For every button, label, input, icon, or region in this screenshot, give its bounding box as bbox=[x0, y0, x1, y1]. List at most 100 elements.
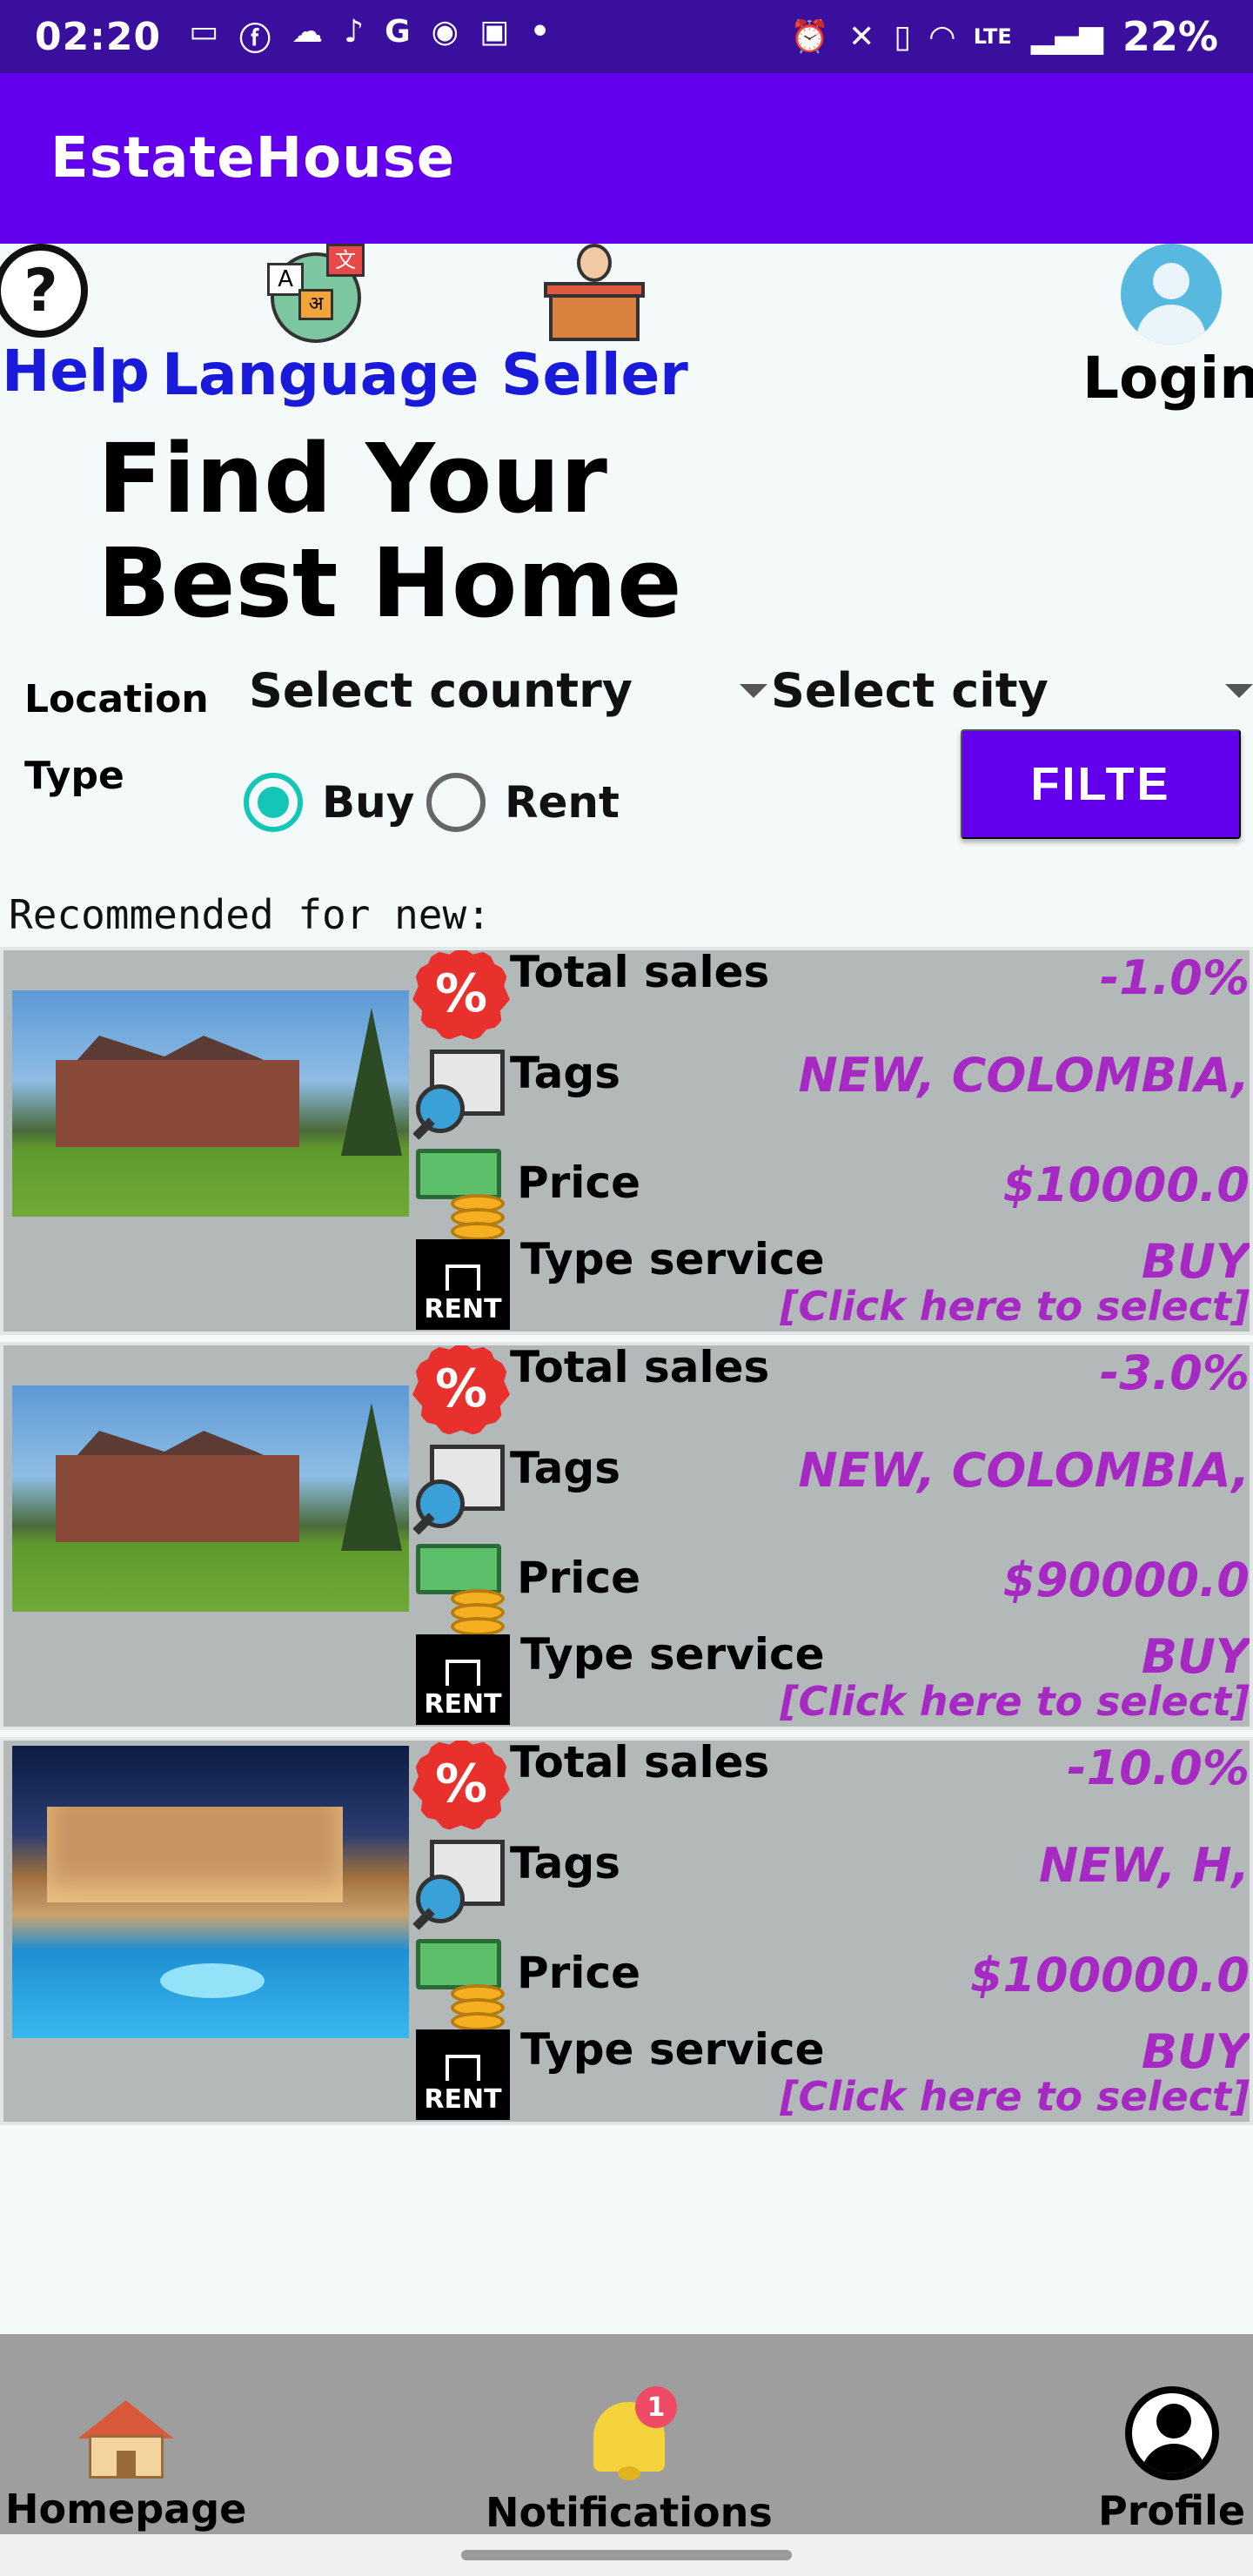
rent-sign-icon: RENT bbox=[412, 1629, 510, 1725]
tags-row: Tags NEW, COLOMBIA, bbox=[412, 1044, 1250, 1140]
language-action[interactable]: A 文 अ Language bbox=[162, 244, 479, 408]
seller-label[interactable]: Seller bbox=[501, 341, 688, 408]
total-sales-value: -3.0% bbox=[1099, 1345, 1250, 1400]
tags-value: NEW, COLOMBIA, bbox=[798, 1443, 1250, 1498]
tag-search-icon bbox=[412, 1439, 510, 1535]
type-service-row[interactable]: RENT Type service BUY [Click here to sel… bbox=[412, 2024, 1250, 2120]
gesture-bar bbox=[0, 2534, 1253, 2576]
nav-profile[interactable]: Profile bbox=[1098, 2386, 1245, 2534]
money-icon bbox=[412, 1930, 510, 2031]
signal-icon: ▂▄▆ bbox=[1030, 18, 1103, 55]
bell-icon[interactable]: 1 bbox=[581, 2386, 677, 2482]
seller-action[interactable]: Seller bbox=[501, 244, 688, 408]
listing-photo[interactable] bbox=[12, 1746, 409, 2038]
bottom-navigation: Homepage 1 Notifications Profile bbox=[0, 2334, 1253, 2536]
listing-photo[interactable] bbox=[12, 990, 409, 1217]
user-avatar-icon[interactable] bbox=[1121, 244, 1223, 345]
price-label: Price bbox=[517, 1948, 640, 1998]
price-label: Price bbox=[517, 1157, 640, 1208]
radio-rent-indicator[interactable] bbox=[426, 773, 486, 832]
type-service-value: BUY bbox=[1141, 2024, 1250, 2079]
rent-sign-icon: RENT bbox=[412, 1234, 510, 1330]
seller-icon[interactable] bbox=[544, 244, 646, 341]
city-caret-icon[interactable] bbox=[1225, 683, 1253, 698]
country-dropdown[interactable]: Select country bbox=[249, 663, 767, 718]
select-hint-link[interactable]: [Click here to select] bbox=[781, 1678, 1250, 1725]
status-bar: 02:20 ▭ ⓕ ☁ ♪ G ◉ ▣ • ⏰ ✕ ▯ ◠ LTE ▂▄▆ 22… bbox=[0, 0, 1253, 73]
language-icon[interactable]: A 文 अ bbox=[267, 244, 365, 343]
tags-value: NEW, COLOMBIA, bbox=[798, 1048, 1250, 1103]
rent-sign-icon: RENT bbox=[412, 2024, 510, 2120]
type-service-value: BUY bbox=[1141, 1234, 1250, 1289]
country-caret-icon[interactable] bbox=[740, 683, 767, 698]
radio-buy[interactable]: Buy bbox=[244, 773, 414, 832]
home-gesture-handle[interactable] bbox=[461, 2550, 792, 2560]
help-action[interactable]: ? Help bbox=[0, 244, 150, 405]
select-hint-link[interactable]: [Click here to select] bbox=[781, 2073, 1250, 2120]
total-sales-label: Total sales bbox=[510, 1737, 770, 1788]
help-label[interactable]: Help bbox=[2, 338, 150, 405]
nav-profile-label[interactable]: Profile bbox=[1098, 2487, 1245, 2534]
login-action[interactable]: Login bbox=[1082, 244, 1253, 412]
tags-value: NEW, H, bbox=[1039, 1838, 1250, 1893]
more-dot-icon: • bbox=[530, 14, 551, 50]
profile-icon[interactable] bbox=[1124, 2386, 1219, 2480]
radio-buy-label[interactable]: Buy bbox=[322, 777, 414, 828]
total-sales-value: -1.0% bbox=[1099, 950, 1250, 1005]
radio-buy-indicator[interactable] bbox=[244, 773, 303, 832]
wifi-icon: ◠ bbox=[930, 18, 955, 55]
tags-label: Tags bbox=[510, 1838, 620, 1888]
wifi-calling-icon: ◉ bbox=[431, 14, 459, 50]
tags-row: Tags NEW, H, bbox=[412, 1835, 1250, 1930]
nav-notifications[interactable]: 1 Notifications bbox=[486, 2386, 773, 2536]
type-service-row[interactable]: RENT Type service BUY [Click here to sel… bbox=[412, 1234, 1250, 1330]
tiktok-icon: ♪ bbox=[344, 14, 365, 50]
camera-icon: ▭ bbox=[189, 14, 219, 50]
price-value: $100000.0 bbox=[969, 1948, 1250, 2002]
network-type: LTE bbox=[973, 24, 1012, 49]
country-dropdown-value[interactable]: Select country bbox=[249, 663, 633, 718]
help-icon[interactable]: ? bbox=[0, 244, 88, 338]
login-label[interactable]: Login bbox=[1082, 345, 1253, 412]
price-row: Price $100000.0 bbox=[412, 1930, 1250, 2031]
radio-rent[interactable]: Rent bbox=[426, 773, 620, 832]
alarm-icon: ⏰ bbox=[790, 19, 830, 55]
type-service-label: Type service bbox=[520, 1234, 825, 1285]
type-service-row[interactable]: RENT Type service BUY [Click here to sel… bbox=[412, 1629, 1250, 1725]
discount-percent-icon: % bbox=[412, 1741, 510, 1831]
select-hint-link[interactable]: [Click here to select] bbox=[781, 1283, 1250, 1330]
recommended-label: Recommended for new: bbox=[9, 891, 491, 938]
location-label: Location bbox=[24, 677, 209, 721]
battery-percent: 22% bbox=[1122, 13, 1218, 60]
total-sales-value: -10.0% bbox=[1067, 1741, 1250, 1795]
nfc-icon: ▯ bbox=[894, 18, 912, 55]
listing-card[interactable]: % Total sales -3.0% Tags NEW, COLOMBIA, … bbox=[0, 1342, 1253, 1730]
radio-rent-label[interactable]: Rent bbox=[505, 777, 620, 828]
listing-photo[interactable] bbox=[12, 1385, 409, 1612]
mute-icon: ✕ bbox=[848, 18, 875, 55]
type-label: Type bbox=[24, 754, 124, 798]
nav-notifications-label[interactable]: Notifications bbox=[486, 2489, 773, 2536]
filter-button[interactable]: FILTE bbox=[961, 729, 1241, 839]
nav-homepage[interactable]: Homepage bbox=[5, 2400, 246, 2532]
nav-homepage-label[interactable]: Homepage bbox=[5, 2485, 246, 2532]
status-right-icons: ⏰ ✕ ▯ ◠ LTE ▂▄▆ 22% bbox=[790, 13, 1218, 60]
price-row: Price $90000.0 bbox=[412, 1535, 1250, 1636]
tag-search-icon bbox=[412, 1835, 510, 1930]
status-left-icons: ▭ ⓕ ☁ ♪ G ◉ ▣ • bbox=[189, 14, 550, 59]
price-label: Price bbox=[517, 1553, 640, 1603]
tags-label: Tags bbox=[510, 1048, 620, 1098]
city-dropdown[interactable]: Select city bbox=[771, 663, 1253, 718]
total-sales-row: % Total sales -10.0% bbox=[412, 1737, 1250, 1831]
app-bar: EstateHouse bbox=[0, 73, 1253, 244]
listing-card[interactable]: % Total sales -10.0% Tags NEW, H, Price … bbox=[0, 1737, 1253, 2125]
facebook-icon: ⓕ bbox=[239, 22, 271, 57]
google-icon: G bbox=[385, 14, 411, 50]
listing-card[interactable]: % Total sales -1.0% Tags NEW, COLOMBIA, … bbox=[0, 947, 1253, 1335]
house-icon[interactable] bbox=[77, 2400, 174, 2479]
city-dropdown-value[interactable]: Select city bbox=[771, 663, 1049, 718]
price-value: $90000.0 bbox=[1002, 1553, 1250, 1607]
total-sales-label: Total sales bbox=[510, 947, 770, 997]
money-icon bbox=[412, 1535, 510, 1636]
language-label[interactable]: Language bbox=[162, 341, 479, 408]
